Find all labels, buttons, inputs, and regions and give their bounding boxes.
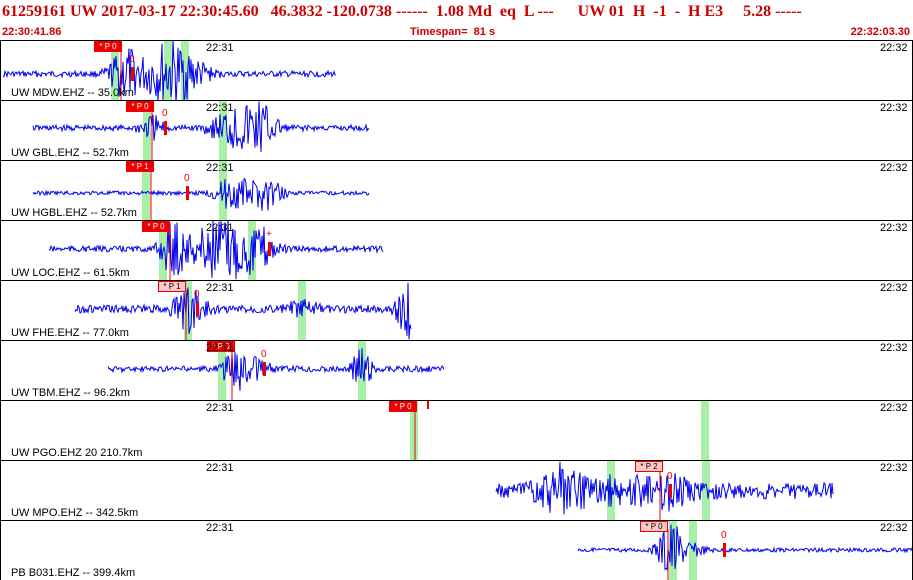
pick-flag[interactable]: * P 0 <box>126 101 154 112</box>
station-label: UW HGBL.EHZ -- 52.7km <box>11 207 137 219</box>
time-window-band <box>689 521 697 580</box>
time-tick-label: 22:31 <box>206 402 234 414</box>
station-label: UW GBL.EHZ -- 52.7km <box>11 147 129 159</box>
station-label: UW FHE.EHZ -- 77.0km <box>11 327 129 339</box>
time-window-band <box>701 401 709 460</box>
trace-panel[interactable]: * P 2 0 22:31 22:32 UW MPO.EHZ -- 342.5km <box>0 460 913 520</box>
time-tick-label: 22:32 <box>880 462 908 474</box>
timespan: Timespan= 81 s <box>410 26 496 38</box>
mark-label: 0 <box>721 530 727 541</box>
waveform-panels: * P 0 0 22:31 22:32 UW MDW.EHZ -- 35.0km * P … <box>0 40 913 580</box>
mark-label: 0 <box>162 108 168 119</box>
time-tick-label: 22:32 <box>880 222 908 234</box>
seismogram-trace <box>107 348 445 391</box>
time-tick-label: 22:31 <box>206 522 234 534</box>
time-tick-label: 22:32 <box>880 522 908 534</box>
pick-flag[interactable]: * P 1 <box>126 161 154 172</box>
trace-canvas <box>48 221 384 280</box>
end-time: 22:32:03.30 <box>850 26 910 38</box>
seismogram-trace <box>577 524 912 571</box>
time-tick-label: 22:31 <box>206 462 234 474</box>
amplitude-mark[interactable] <box>131 67 134 81</box>
seismogram-trace <box>32 101 370 153</box>
mark-label: 0 <box>184 173 190 184</box>
station-label: UW TBM.EHZ -- 96.2km <box>11 387 130 399</box>
trace-canvas <box>577 521 912 580</box>
mark-label: 0 <box>261 349 267 360</box>
time-tick-label: 22:32 <box>880 102 908 114</box>
trace-panel[interactable]: * P 1 0 22:31 22:32 UW FHE.EHZ -- 77.0km <box>0 280 913 340</box>
time-tick-label: 22:32 <box>880 342 908 354</box>
station-label: UW PGO.EHZ 20 210.7km <box>11 447 143 459</box>
amplitude-mark[interactable] <box>723 543 726 557</box>
trace-panel[interactable]: * P 0 0 22:31 22:32 PB B031.EHZ -- 399.4km <box>0 520 913 580</box>
trace-panel[interactable]: * P 0 0 22:31 22:32 UW GBL.EHZ -- 52.7km <box>0 100 913 160</box>
pick-flag[interactable]: * P 0 <box>640 521 668 532</box>
time-tick-label: 22:32 <box>880 282 908 294</box>
pick-flag[interactable]: * P 0 <box>389 401 417 412</box>
station-label: PB B031.EHZ -- 399.4km <box>11 567 136 579</box>
amplitude-mark[interactable] <box>186 186 189 200</box>
event-header: 61259161 UW 2017-03-17 22:30:45.60 46.38… <box>0 0 913 40</box>
amplitude-mark[interactable] <box>268 242 271 256</box>
mark-label: + <box>266 229 272 240</box>
trace-panel[interactable]: * P 1 0 22:31 22:32 UW HGBL.EHZ -- 52.7km <box>0 160 913 220</box>
pick-flag[interactable]: * P 0 <box>94 41 122 52</box>
trace-panel[interactable]: * P 0 0 22:31 22:32 UW MDW.EHZ -- 35.0km <box>0 40 913 100</box>
time-tick-label: 22:31 <box>206 162 234 174</box>
mark-label: 0 <box>194 289 200 300</box>
time-tick-label: 22:32 <box>880 42 908 54</box>
amplitude-mark[interactable] <box>263 362 266 376</box>
time-tick-label: 22:31 <box>206 342 234 354</box>
trace-panel[interactable]: * P 0 +22:31 22:32 UW LOC.EHZ -- 61.5km <box>0 220 913 280</box>
event-title: 61259161 UW 2017-03-17 22:30:45.60 46.38… <box>2 3 802 20</box>
pick-flag[interactable]: * P 1 <box>158 281 186 292</box>
amplitude-mark[interactable] <box>669 484 672 498</box>
pick-flag[interactable]: * P 2 <box>635 461 663 472</box>
mark-label: 0 <box>129 54 135 65</box>
time-tick-label: 22:32 <box>880 162 908 174</box>
mark-label: 0 <box>667 471 673 482</box>
trace-panel[interactable]: * P 0 22:31 22:32 UW PGO.EHZ 20 210.7km <box>0 400 913 460</box>
amplitude-mark[interactable] <box>164 121 167 135</box>
seismogram-trace <box>32 178 370 211</box>
amplitude-mark[interactable] <box>427 401 429 409</box>
time-tick-label: 22:31 <box>206 102 234 114</box>
time-tick-label: 22:31 <box>206 222 234 234</box>
start-time: 22:30:41.86 <box>2 26 62 38</box>
seismogram-trace <box>495 461 834 515</box>
trace-panel[interactable]: * P 0 0 22:31 22:32 UW TBM.EHZ -- 96.2km <box>0 340 913 400</box>
pick-flag[interactable]: * P 0 <box>142 221 170 232</box>
station-label: UW LOC.EHZ -- 61.5km <box>11 267 130 279</box>
time-tick-label: 22:31 <box>206 42 234 54</box>
station-label: UW MDW.EHZ -- 35.0km <box>11 87 134 99</box>
amplitude-mark[interactable] <box>196 302 199 316</box>
trace-canvas <box>74 281 412 340</box>
time-tick-label: 22:31 <box>206 282 234 294</box>
trace-canvas <box>107 341 445 400</box>
trace-canvas <box>2 41 337 100</box>
station-label: UW MPO.EHZ -- 342.5km <box>11 507 139 519</box>
time-tick-label: 22:32 <box>880 402 908 414</box>
